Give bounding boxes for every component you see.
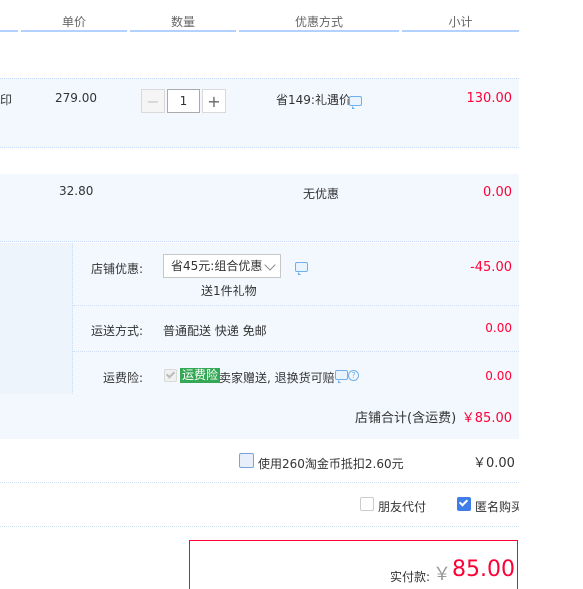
header-underline [21, 30, 127, 32]
item-unit-price: 32.80 [59, 184, 94, 198]
shop-promo-gift: 送1件礼物 [201, 284, 257, 298]
item-subtotal: 0.00 [483, 185, 512, 200]
friend-pay-checkbox[interactable] [360, 497, 374, 511]
quantity-input[interactable]: 1 [167, 89, 200, 113]
coin-deduct-amount: ￥0.00 [473, 456, 515, 471]
item-discount-text: 无优惠 [303, 187, 340, 201]
item-title-fragment[interactable]: 印 [0, 91, 12, 108]
shipping-method: 普通配送 快递 免邮 [163, 324, 267, 338]
shop-promo-amount: -45.00 [470, 260, 512, 275]
shipping-label: 运送方式: [90, 324, 143, 338]
shop-total-value: ￥85.00 [461, 411, 512, 426]
header-quantity: 数量 [170, 15, 195, 29]
order-table-header: 单价 数量 优惠方式 小计 [0, 0, 519, 33]
shop-promo-selected: 省45元:组合优惠 [171, 259, 263, 273]
coin-deduct-label[interactable]: 使用260淘金币抵扣2.60元 [258, 455, 404, 472]
shipping-amount: 0.00 [485, 321, 512, 335]
payment-amount: 85.00 [452, 557, 515, 582]
header-underline [239, 30, 399, 32]
item-subtotal: 130.00 [466, 91, 513, 106]
header-price: 单价 [61, 15, 86, 29]
increase-quantity-button[interactable]: + [202, 89, 226, 113]
checkmark-icon [458, 497, 469, 507]
divider [73, 305, 519, 306]
anonymous-purchase-checkbox[interactable] [457, 497, 471, 511]
coin-deduct-checkbox[interactable] [239, 453, 254, 468]
divider [0, 526, 519, 527]
anonymous-purchase-label[interactable]: 匿名购买 [475, 498, 519, 515]
item-discount-text: 省149:礼遇价 [276, 93, 351, 107]
checkmark-icon [165, 369, 176, 379]
insurance-text: 卖家赠送, 退换货可赔 [219, 371, 335, 385]
chevron-down-icon [264, 259, 276, 271]
help-icon[interactable]: ? [348, 370, 359, 381]
insurance-badge: 运费险 [180, 368, 221, 383]
divider [73, 351, 519, 352]
shop-promo-label: 店铺优惠: [90, 262, 143, 276]
header-underline [402, 30, 519, 32]
divider [0, 482, 519, 483]
friend-pay-label[interactable]: 朋友代付 [378, 498, 426, 515]
insurance-checkbox[interactable] [164, 369, 177, 382]
quantity-stepper: − 1 + [141, 89, 226, 113]
header-underline [0, 30, 18, 32]
insurance-amount: 0.00 [485, 369, 512, 383]
comment-bubble-icon[interactable] [295, 262, 308, 275]
decrease-quantity-button[interactable]: − [141, 89, 165, 113]
shop-left-column [0, 243, 73, 394]
comment-bubble-icon[interactable] [349, 96, 362, 109]
shop-promo-select[interactable]: 省45元:组合优惠 [163, 254, 281, 278]
header-subtotal: 小计 [448, 15, 473, 29]
header-underline [130, 30, 236, 32]
insurance-label: 运费险: [102, 371, 143, 385]
payment-label: 实付款: [390, 570, 431, 584]
comment-bubble-icon[interactable] [335, 370, 348, 383]
item-unit-price: 279.00 [55, 91, 97, 105]
payment-currency: ￥ [433, 564, 451, 585]
order-item-row [0, 78, 519, 148]
header-discount: 优惠方式 [294, 15, 343, 29]
